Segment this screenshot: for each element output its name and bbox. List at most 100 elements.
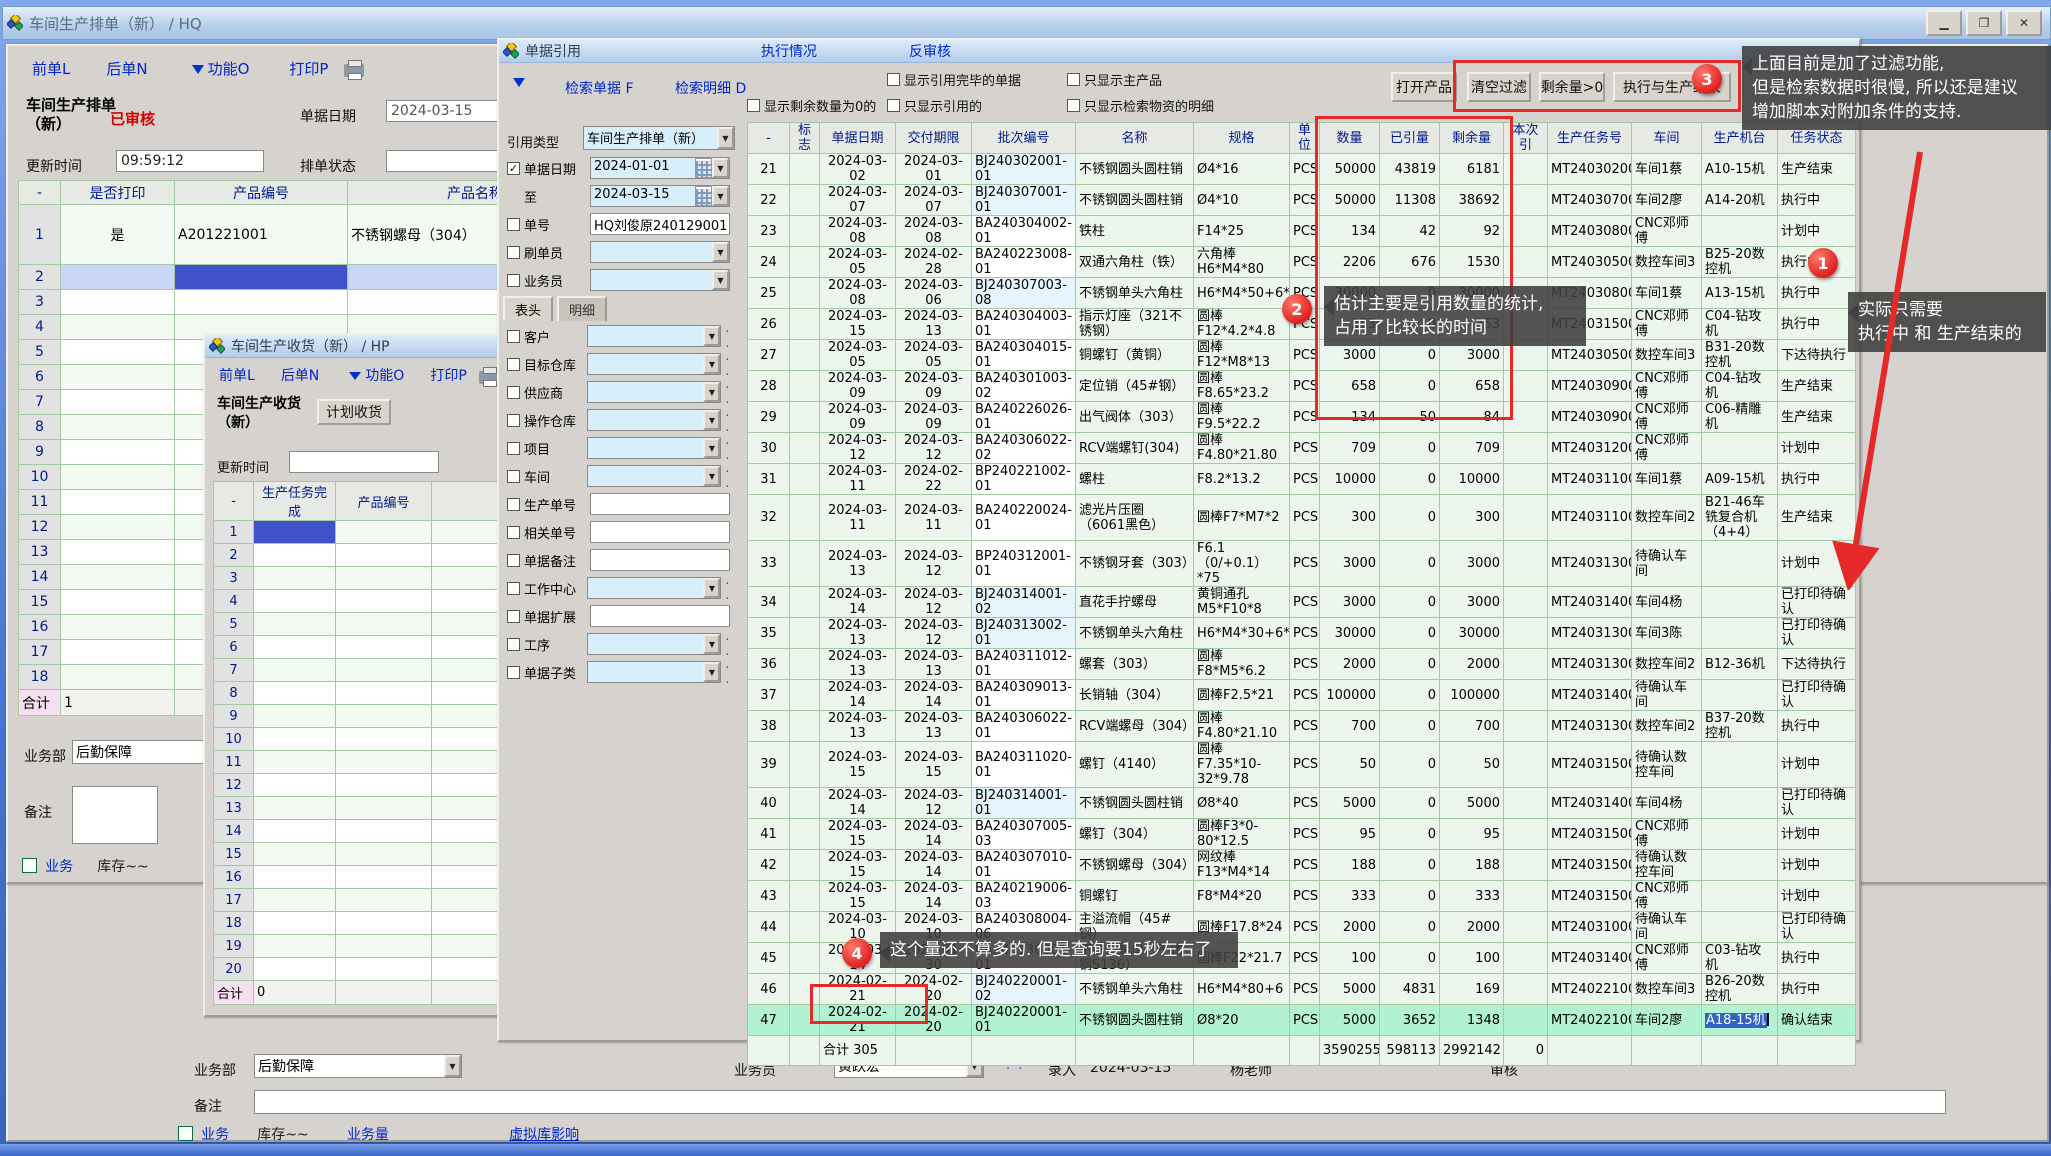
column-header[interactable]: 标志 [790, 123, 820, 154]
cell[interactable] [1504, 433, 1548, 464]
next-doc-button[interactable]: 后单N [106, 58, 147, 79]
cell[interactable] [1504, 943, 1548, 974]
cell[interactable]: 已打印待确认 [1778, 680, 1856, 711]
cell[interactable] [790, 464, 820, 495]
cell[interactable]: H6*M4*50+6* [1194, 278, 1290, 309]
cell[interactable]: 2024-03-05 [896, 340, 972, 371]
cell[interactable]: 2024-03-01 [896, 154, 972, 185]
cell[interactable]: 数控车间2 [1632, 495, 1702, 541]
cell[interactable]: MT2403100001 [1548, 912, 1632, 943]
cell[interactable]: 100 [1440, 943, 1504, 974]
cell[interactable] [175, 265, 348, 290]
cell[interactable]: CNC邓师傅 [1632, 819, 1702, 850]
cell[interactable] [254, 567, 336, 590]
doc-date-field[interactable]: 2024-03-15 [386, 100, 499, 122]
cell[interactable] [1702, 216, 1778, 247]
cell[interactable] [336, 544, 432, 567]
open-product-button[interactable]: 打开产品 [1391, 72, 1457, 102]
cell[interactable]: PCS [1290, 433, 1320, 464]
cell[interactable]: 2024-03-14 [820, 587, 896, 618]
cell[interactable]: 不锈钢圆头圆柱销 [1076, 788, 1194, 819]
cell[interactable] [336, 682, 432, 705]
cell[interactable]: 是 [61, 205, 175, 265]
filter-combo2-field[interactable]: ▼ [587, 409, 721, 431]
cell[interactable]: 44 [748, 912, 790, 943]
chevron-down-icon[interactable]: ▼ [703, 354, 720, 374]
cell[interactable]: 2024-03-02 [820, 154, 896, 185]
cell[interactable]: 确认结束 [1778, 1005, 1856, 1036]
cell[interactable]: 188 [1320, 850, 1380, 881]
cell[interactable]: B21-46车铣复合机（4+4） [1702, 495, 1778, 541]
cell[interactable]: MT2403140001 [1548, 680, 1632, 711]
cell[interactable]: 5 [19, 340, 61, 365]
cell[interactable]: 不锈钢牙套（303） [1076, 541, 1194, 587]
chevron-down-icon[interactable]: ▼ [712, 270, 729, 290]
print-menu[interactable]: 打印P [289, 58, 328, 79]
cell[interactable]: 车间4杨 [1632, 587, 1702, 618]
cell[interactable]: 数控车间2 [1632, 711, 1702, 742]
cell[interactable]: 39 [748, 742, 790, 788]
cell[interactable]: 不锈钢圆头圆柱销 [1076, 1005, 1194, 1036]
cell[interactable]: PCS [1290, 742, 1320, 788]
checkbox-icon[interactable] [507, 218, 520, 231]
cell[interactable]: 螺钉（4140） [1076, 742, 1194, 788]
cell[interactable] [1504, 788, 1548, 819]
cell[interactable]: MT2403050052 [1548, 247, 1632, 278]
cell[interactable] [1702, 881, 1778, 912]
cell[interactable]: 0 [1380, 711, 1440, 742]
cell[interactable] [336, 912, 432, 935]
cell[interactable] [336, 889, 432, 912]
cell[interactable]: MT2403150060 [1548, 819, 1632, 850]
cell[interactable]: 0 [1380, 433, 1440, 464]
cell[interactable] [790, 649, 820, 680]
chevron-down-icon[interactable]: ▼ [703, 578, 720, 598]
cell[interactable]: B12-36机 [1702, 649, 1778, 680]
cell[interactable]: 3000 [1320, 541, 1380, 587]
cell[interactable]: 700 [1440, 711, 1504, 742]
cell[interactable]: BJ240313002-01 [972, 618, 1076, 649]
cell[interactable] [1504, 464, 1548, 495]
cell[interactable]: 执行中 [1778, 943, 1856, 974]
cell[interactable]: 圆棒F7.35*10-32*9.78 [1194, 742, 1290, 788]
function-menu[interactable]: 功能O [208, 58, 250, 79]
checkbox-icon[interactable] [507, 666, 520, 679]
cell[interactable]: 2024-03-09 [896, 402, 972, 433]
cell[interactable]: MT2402210003 [1548, 974, 1632, 1005]
cell[interactable]: 待确认数控车间 [1632, 850, 1702, 881]
search-doc-button[interactable]: 检索单据 F [565, 78, 634, 98]
cell[interactable]: 100000 [1440, 680, 1504, 711]
checkbox-icon[interactable] [507, 554, 520, 567]
cell[interactable] [1504, 495, 1548, 541]
cell[interactable]: 169 [1440, 974, 1504, 1005]
column-header[interactable]: - [214, 482, 254, 521]
cell[interactable]: 5000 [1320, 974, 1380, 1005]
cell[interactable]: 车间1蔡 [1632, 154, 1702, 185]
cell[interactable]: CNC邓师傅 [1632, 881, 1702, 912]
schedule-state-field[interactable] [386, 150, 499, 172]
cell[interactable] [61, 490, 175, 515]
cell[interactable]: PCS [1290, 912, 1320, 943]
cell[interactable]: PCS [1290, 680, 1320, 711]
table-row[interactable]: 322024-03-112024-03-11BA240220024-01滤光片压… [748, 495, 1856, 541]
column-header[interactable]: 产品编号 [336, 482, 432, 521]
cell[interactable] [254, 820, 336, 843]
cell[interactable]: C04-钻攻机 [1702, 371, 1778, 402]
table-row[interactable]: 292024-03-092024-03-09BA240226026-01出气阀体… [748, 402, 1856, 433]
cell[interactable]: 数控车间3 [1632, 340, 1702, 371]
cell[interactable] [336, 958, 432, 981]
plan-receive-button[interactable]: 计划收货 [317, 399, 391, 425]
cell[interactable] [1702, 819, 1778, 850]
cell[interactable]: PCS [1290, 819, 1320, 850]
cell[interactable] [61, 315, 175, 340]
cell[interactable]: A14-20机 [1702, 185, 1778, 216]
cell[interactable]: 2 [19, 265, 61, 290]
prev-doc-button[interactable]: 前单L [32, 58, 70, 79]
column-header[interactable]: - [19, 181, 61, 205]
cell[interactable]: 19 [214, 935, 254, 958]
checkbox-only-searched-material[interactable]: 只显示检索物资的明细 [1067, 96, 1214, 115]
cell[interactable] [254, 889, 336, 912]
filter-combo2-field[interactable]: ▼ [587, 437, 721, 459]
cell[interactable]: 2024-03-11 [820, 495, 896, 541]
cell[interactable] [1504, 1005, 1548, 1036]
cell[interactable]: 2024-03-09 [820, 371, 896, 402]
